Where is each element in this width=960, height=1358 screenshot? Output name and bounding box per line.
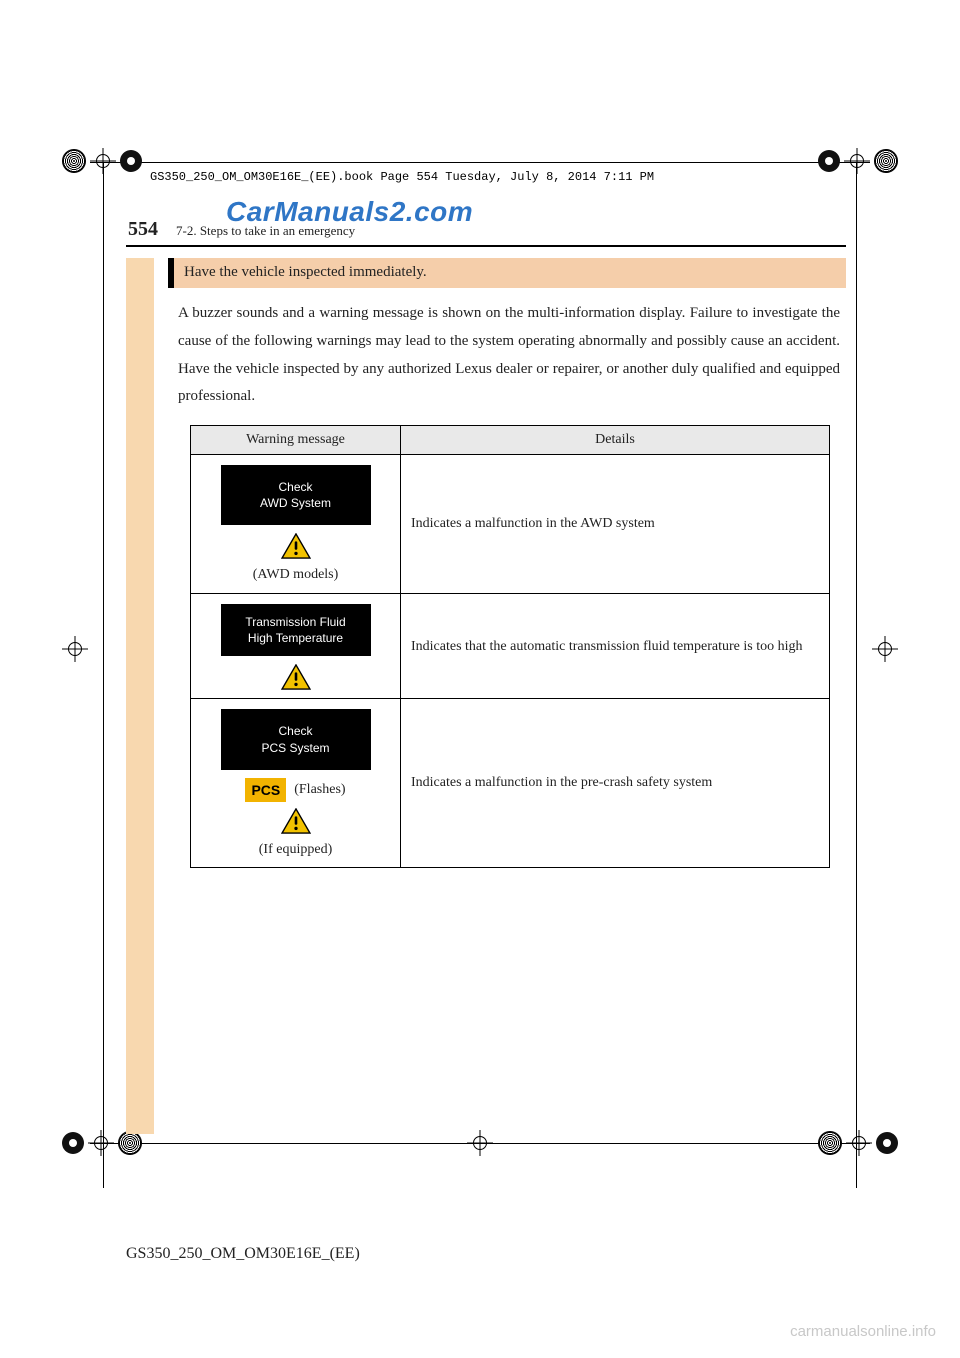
- display-line: Check: [225, 723, 367, 739]
- warning-triangle-icon: [281, 533, 311, 559]
- row-detail: Indicates a malfunction in the pre-crash…: [401, 699, 830, 868]
- page-content: Have the vehicle inspected immediately. …: [168, 258, 846, 868]
- page-number: 554: [128, 218, 158, 241]
- row-detail: Indicates that the automatic transmissio…: [401, 593, 830, 698]
- section-path: 7-2. Steps to take in an emergency: [176, 223, 355, 239]
- crop-line-top: [90, 162, 870, 163]
- dashboard-message-box: Transmission Fluid High Temperature: [221, 604, 371, 656]
- watermark-bottom: carmanualsonline.info: [790, 1323, 936, 1340]
- crop-line-left: [103, 162, 104, 1188]
- registration-mark-bottom-right: [818, 1130, 898, 1156]
- warning-triangle-icon: [281, 664, 311, 690]
- display-line: AWD System: [225, 495, 367, 511]
- registration-mark-mid-right: [872, 636, 898, 662]
- registration-mark-bottom-center: [467, 1130, 493, 1156]
- side-color-band: [126, 258, 154, 1134]
- row-detail: Indicates a malfunction in the AWD syste…: [401, 455, 830, 594]
- display-line: Check: [225, 479, 367, 495]
- dashboard-message-box: Check AWD System: [221, 465, 371, 525]
- page-header: 554 7-2. Steps to take in an emergency: [126, 218, 846, 247]
- registration-mark-top-left: [62, 148, 142, 174]
- registration-mark-mid-left: [62, 636, 88, 662]
- pcs-flashes-label: (Flashes): [294, 782, 345, 798]
- book-meta-header: GS350_250_OM_OM30E16E_(EE).book Page 554…: [150, 170, 654, 184]
- table-row: Check PCS System PCS (Flashes) (If equip…: [191, 699, 830, 868]
- row-note: (AWD models): [199, 565, 392, 585]
- registration-mark-top-right: [818, 148, 898, 174]
- section-heading: Have the vehicle inspected immediately.: [168, 258, 846, 288]
- dashboard-message-box: Check PCS System: [221, 709, 371, 769]
- column-header-details: Details: [401, 426, 830, 455]
- table-row: Transmission Fluid High Temperature Indi…: [191, 593, 830, 698]
- pcs-indicator-row: PCS (Flashes): [199, 778, 392, 802]
- warnings-table: Warning message Details Check AWD System: [190, 425, 830, 868]
- display-line: Transmission Fluid: [225, 614, 367, 630]
- intro-paragraph: A buzzer sounds and a warning message is…: [168, 300, 846, 411]
- pcs-badge-icon: PCS: [245, 778, 286, 802]
- column-header-warning: Warning message: [191, 426, 401, 455]
- crop-line-right: [856, 162, 857, 1188]
- footer-document-code: GS350_250_OM_OM30E16E_(EE): [126, 1245, 360, 1263]
- warning-triangle-icon: [281, 808, 311, 834]
- display-line: High Temperature: [225, 630, 367, 646]
- table-row: Check AWD System (AWD models) Indicates …: [191, 455, 830, 594]
- row-note: (If equipped): [199, 840, 392, 860]
- display-line: PCS System: [225, 740, 367, 756]
